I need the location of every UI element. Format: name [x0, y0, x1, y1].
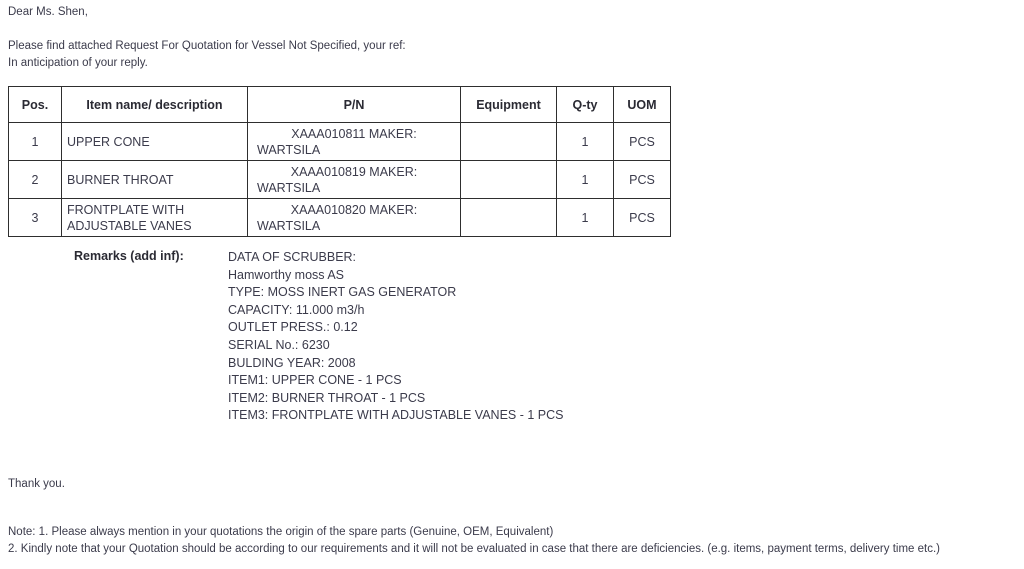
cell-pn: XAAA010819 MAKER: WARTSILA: [247, 160, 461, 199]
remarks-line: TYPE: MOSS INERT GAS GENERATOR: [228, 285, 457, 300]
note-line-2: 2. Kindly note that your Quotation shoul…: [8, 543, 940, 555]
intro-spacer: [8, 21, 406, 38]
cell-uom: PCS: [613, 122, 671, 161]
cell-pn: XAAA010820 MAKER: WARTSILA: [247, 198, 461, 237]
cell-pn: XAAA010811 MAKER: WARTSILA: [247, 122, 461, 161]
column-header-item: Item name/ description: [61, 86, 248, 123]
table-row: 3 FRONTPLATE WITH ADJUSTABLE VANES XAAA0…: [8, 198, 671, 237]
intro-line-2: In anticipation of your reply.: [8, 57, 148, 69]
cell-pos: 3: [8, 198, 62, 237]
cell-item: UPPER CONE: [61, 122, 248, 161]
cell-equipment: [460, 198, 557, 237]
remarks-line: DATA OF SCRUBBER:: [228, 250, 357, 264]
salutation-text: Dear Ms. Shen,: [8, 6, 88, 18]
column-header-pos: Pos.: [8, 86, 62, 123]
cell-uom: PCS: [613, 160, 671, 199]
cell-pos: 1: [8, 122, 62, 161]
cell-qty: 1: [556, 122, 614, 161]
remarks-label: Remarks (add inf):: [74, 249, 184, 263]
table-body: 1 UPPER CONE XAAA010811 MAKER: WARTSILA …: [8, 122, 671, 237]
remarks-line: SERIAL No.: 6230: [228, 337, 330, 352]
footer-notes: Note: 1. Please always mention in your q…: [8, 524, 940, 558]
pn-code: XAAA010811 MAKER:: [291, 126, 417, 141]
closing-text: Thank you.: [8, 478, 65, 490]
remarks-line: ITEM1: UPPER CONE - 1 PCS: [228, 373, 402, 388]
remarks-line: CAPACITY: 11.000 m3/h: [228, 302, 365, 317]
table-header-row: Pos. Item name/ description P/N Equipmen…: [8, 86, 671, 123]
column-header-equipment: Equipment: [460, 86, 557, 123]
remarks-line: BULDING YEAR: 2008: [228, 355, 356, 370]
quotation-items-table: Pos. Item name/ description P/N Equipmen…: [8, 86, 671, 237]
cell-item: BURNER THROAT: [61, 160, 248, 199]
pn-code: XAAA010819 MAKER:: [290, 164, 418, 179]
cell-item: FRONTPLATE WITH ADJUSTABLE VANES: [61, 198, 248, 237]
column-header-uom: UOM: [613, 86, 671, 123]
pn-maker: WARTSILA: [257, 218, 321, 233]
table-row: 1 UPPER CONE XAAA010811 MAKER: WARTSILA …: [8, 122, 671, 161]
pn-maker: WARTSILA: [257, 142, 321, 157]
document-page: Dear Ms. Shen, Please find attached Requ…: [0, 0, 1024, 569]
remarks-line: OUTLET PRESS.: 0.12: [228, 320, 358, 335]
column-header-pn: P/N: [247, 86, 461, 123]
remarks-line: ITEM3: FRONTPLATE WITH ADJUSTABLE VANES …: [228, 408, 564, 423]
cell-qty: 1: [556, 198, 614, 237]
table-header: Pos. Item name/ description P/N Equipmen…: [8, 86, 671, 123]
cell-equipment: [460, 160, 557, 199]
remarks-line: Hamworthy moss AS: [228, 267, 345, 282]
table-row: 2 BURNER THROAT XAAA010819 MAKER: WARTSI…: [8, 160, 671, 199]
pn-maker: WARTSILA: [257, 180, 321, 195]
cell-pos: 2: [8, 160, 62, 199]
note-line-1: Note: 1. Please always mention in your q…: [8, 526, 554, 538]
cell-equipment: [460, 122, 557, 161]
intro-block: Dear Ms. Shen, Please find attached Requ…: [8, 4, 406, 72]
pn-code: XAAA010820 MAKER:: [290, 202, 418, 217]
cell-qty: 1: [556, 160, 614, 199]
column-header-qty: Q-ty: [556, 86, 614, 123]
remarks-line: ITEM2: BURNER THROAT - 1 PCS: [228, 390, 426, 405]
intro-line-1: Please find attached Request For Quotati…: [8, 40, 406, 52]
cell-uom: PCS: [613, 198, 671, 237]
remarks-body: DATA OF SCRUBBER: Hamworthy moss AS TYPE…: [228, 249, 563, 425]
